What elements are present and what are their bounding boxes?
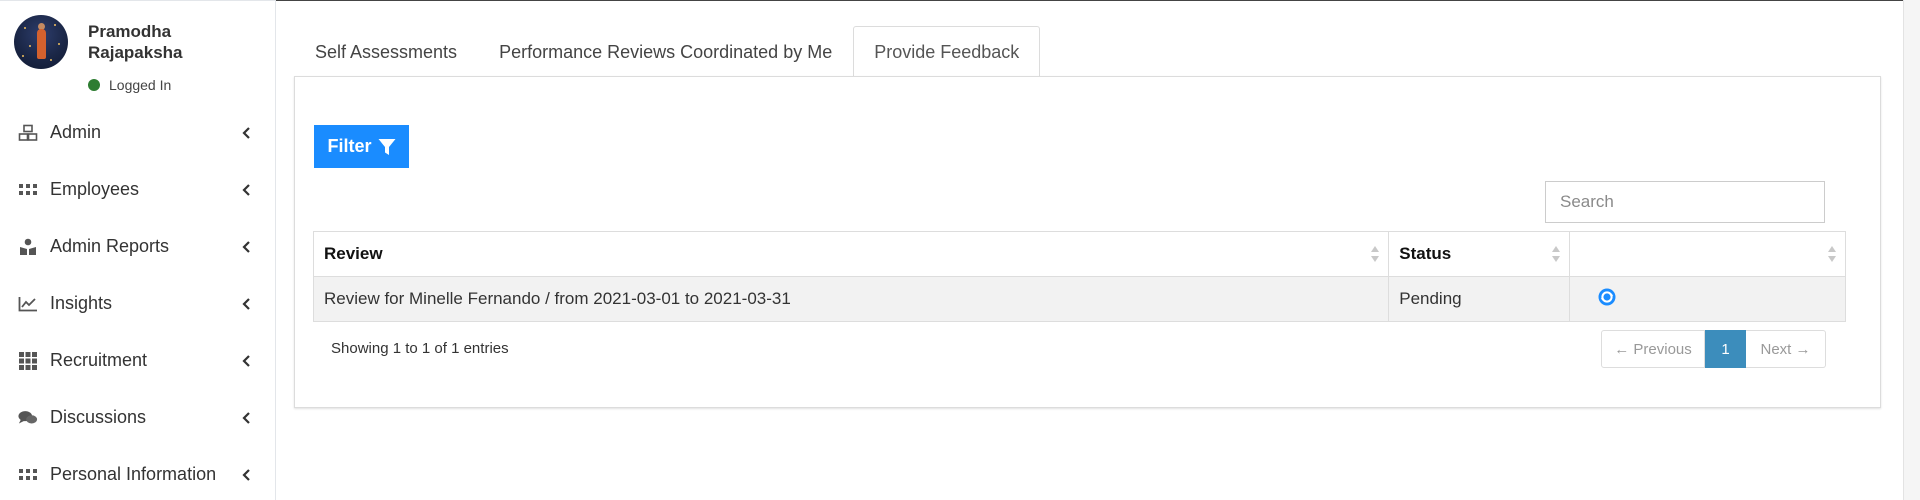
sidebar-item-employees[interactable]: Employees	[0, 161, 275, 218]
line-chart-icon	[18, 294, 38, 314]
chevron-left-icon	[242, 411, 250, 424]
avatar[interactable]	[14, 15, 68, 69]
page-button-current[interactable]: 1	[1705, 330, 1746, 368]
tab-performance-reviews-coordinated[interactable]: Performance Reviews Coordinated by Me	[478, 26, 853, 77]
gear-refresh-icon[interactable]	[1597, 287, 1617, 312]
sidebar-item-admin-reports[interactable]: Admin Reports	[0, 218, 275, 275]
sidebar-nav: Admin Employees Admin Reports Insights R…	[0, 104, 275, 500]
search-input[interactable]	[1545, 181, 1825, 223]
table-row: Review for Minelle Fernando / from 2021-…	[312, 276, 1846, 322]
column-header-status[interactable]: Status	[1388, 231, 1571, 277]
reviews-table: Review Status Review for Minelle Fernand…	[312, 231, 1846, 322]
cubes-icon	[18, 123, 38, 143]
sidebar-item-admin[interactable]: Admin	[0, 104, 275, 161]
th-icon	[18, 180, 38, 200]
sort-icon	[1552, 246, 1561, 262]
pagination: ← Previous 1 Next →	[1601, 330, 1826, 368]
user-name: Pramodha Rajapaksha	[88, 22, 183, 62]
th-icon	[18, 465, 38, 485]
top-border	[276, 0, 1903, 1]
grid-icon	[18, 351, 38, 371]
sidebar-item-insights[interactable]: Insights	[0, 275, 275, 332]
tab-provide-feedback[interactable]: Provide Feedback	[853, 26, 1041, 77]
user-status-label: Logged In	[109, 77, 172, 93]
table-header-row: Review Status	[312, 231, 1846, 277]
sidebar-item-label: Personal Information	[50, 464, 217, 484]
column-header-review[interactable]: Review	[312, 231, 1390, 277]
sidebar-item-label: Insights	[50, 293, 113, 313]
chevron-left-icon	[242, 354, 250, 367]
chevron-left-icon	[242, 297, 250, 310]
status-cell: Pending	[1388, 276, 1571, 322]
content-panel: Filter Review Status R	[294, 76, 1881, 408]
user-report-icon	[18, 237, 38, 257]
tab-bar: Self Assessments Performance Reviews Coo…	[294, 26, 1041, 77]
scrollbar[interactable]	[1903, 0, 1920, 500]
sidebar-item-label: Admin	[50, 122, 102, 142]
sidebar-item-discussions[interactable]: Discussions	[0, 389, 275, 446]
chevron-left-icon	[242, 468, 250, 481]
sort-icon	[1828, 246, 1836, 262]
online-status-icon	[88, 79, 100, 91]
comments-icon	[18, 408, 38, 428]
sidebar-item-personal-information[interactable]: Personal Information	[0, 446, 275, 500]
tab-self-assessments[interactable]: Self Assessments	[294, 26, 478, 77]
filter-icon	[378, 138, 395, 155]
sidebar-item-recruitment[interactable]: Recruitment	[0, 332, 275, 389]
sidebar-item-label: Recruitment	[50, 350, 148, 370]
next-page-button[interactable]: Next →	[1746, 330, 1826, 368]
filter-button[interactable]: Filter	[314, 125, 409, 168]
sidebar-item-label: Admin Reports	[50, 236, 170, 256]
chevron-left-icon	[242, 183, 250, 196]
chevron-left-icon	[242, 126, 250, 139]
review-cell: Review for Minelle Fernando / from 2021-…	[312, 276, 1390, 322]
sidebar: Pramodha Rajapaksha Logged In Admin Empl…	[0, 0, 276, 500]
previous-page-button[interactable]: ← Previous	[1601, 330, 1705, 368]
table-info: Showing 1 to 1 of 1 entries	[331, 340, 509, 357]
chevron-left-icon	[242, 240, 250, 253]
user-status: Logged In	[88, 77, 171, 93]
column-header-actions[interactable]	[1569, 231, 1846, 277]
sort-icon	[1371, 246, 1380, 262]
action-cell	[1569, 276, 1846, 322]
filter-button-label: Filter	[327, 136, 372, 156]
user-panel: Pramodha Rajapaksha Logged In	[0, 1, 275, 104]
sidebar-item-label: Employees	[50, 179, 140, 199]
sidebar-item-label: Discussions	[50, 407, 147, 427]
